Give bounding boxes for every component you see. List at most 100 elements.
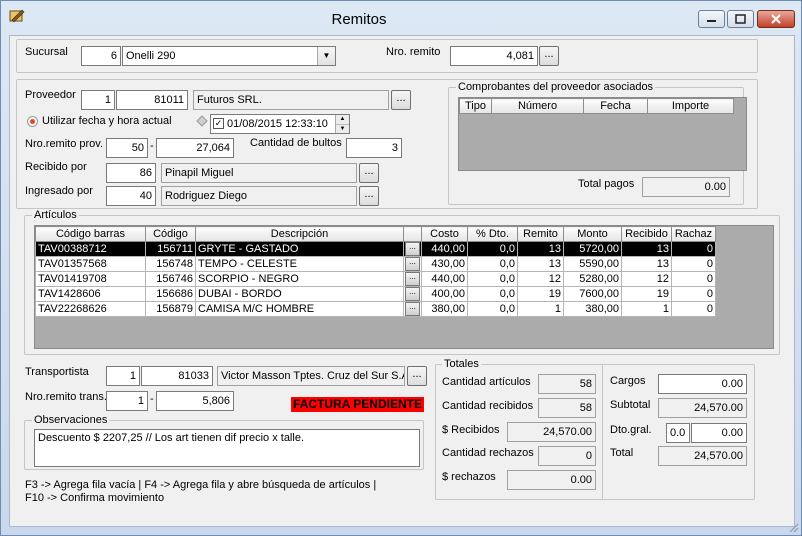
col-header-rachaz[interactable]: Rachaz [671,226,716,242]
cell-monto[interactable]: 5280,00 [563,271,622,287]
remito-prov-part2-field[interactable]: 27,064 [156,138,234,158]
cell-codigo-barras[interactable]: TAV01419708 [35,271,146,287]
proveedor-num-field[interactable]: 1 [81,90,115,110]
cell-monto[interactable]: 5720,00 [563,241,622,257]
cell-costo[interactable]: 400,00 [421,286,468,302]
ingresado-code-field[interactable]: 40 [106,186,156,206]
title-bar[interactable]: Remitos [1,1,801,35]
remito-prov-part1-field[interactable]: 50 [106,138,148,158]
cell-costo[interactable]: 440,00 [421,241,468,257]
fecha-datetime-picker[interactable]: ✓ 01/08/2015 12:33:10 ▲ ▼ [210,114,350,134]
cell-dto[interactable]: 0,0 [467,271,518,287]
cell-recibido[interactable]: 1 [621,301,672,317]
cell-codigo[interactable]: 156879 [145,301,196,317]
observaciones-textarea[interactable]: Descuento $ 2207,25 // Los art tienen di… [34,429,420,467]
cell-codigo[interactable]: 156711 [145,241,196,257]
col-header-fecha[interactable]: Fecha [583,98,648,114]
transportista-lookup-button[interactable]: ... [407,366,427,386]
cell-lookup[interactable]: ... [403,286,422,302]
close-button[interactable] [757,10,795,28]
cell-rachaz[interactable]: 0 [671,256,716,272]
cell-monto[interactable]: 5590,00 [563,256,622,272]
cell-rachaz[interactable]: 0 [671,286,716,302]
remito-trans-part2-field[interactable]: 5,806 [156,391,234,411]
cell-remito[interactable]: 1 [517,301,564,317]
resize-grip-icon[interactable] [787,521,799,533]
maximize-button[interactable] [727,10,754,28]
cell-lookup[interactable]: ... [403,256,422,272]
col-header-remito[interactable]: Remito [517,226,564,242]
remito-trans-part1-field[interactable]: 1 [106,391,148,411]
nro-remito-field[interactable]: 4,081 [450,46,538,66]
table-row[interactable]: TAV22268626 156879 CAMISA M/C HOMBRE... 380… [35,301,716,317]
row-lookup-button[interactable]: ... [405,302,420,316]
nro-remito-lookup-button[interactable]: ... [539,46,559,66]
col-header-importe[interactable]: Importe [647,98,734,114]
spin-up-icon[interactable]: ▲ [336,115,349,125]
table-row[interactable]: TAV1428606 156686 DUBAI - BORDO... 400,00 0,… [35,286,716,302]
col-header-codigo[interactable]: Código [145,226,196,242]
cell-dto[interactable]: 0,0 [467,241,518,257]
cell-rachaz[interactable]: 0 [671,301,716,317]
cell-codigo-barras[interactable]: TAV22268626 [35,301,146,317]
cell-dto[interactable]: 0,0 [467,286,518,302]
table-row[interactable]: TAV01357568 156748 TEMPO - CELESTE... 430,0… [35,256,716,272]
cell-remito[interactable]: 12 [517,271,564,287]
cell-descripcion[interactable]: TEMPO - CELESTE [195,256,404,272]
row-lookup-button[interactable]: ... [405,272,420,286]
cell-dto[interactable]: 0,0 [467,256,518,272]
cell-codigo[interactable]: 156686 [145,286,196,302]
cell-lookup[interactable]: ... [403,271,422,287]
col-header-numero[interactable]: Número [491,98,584,114]
cell-remito[interactable]: 13 [517,241,564,257]
col-header-descripcion[interactable]: Descripción [195,226,404,242]
articulos-grid[interactable]: Código barras Código Descripción Costo %… [34,225,774,349]
cell-descripcion[interactable]: SCORPIO - NEGRO [195,271,404,287]
cell-codigo[interactable]: 156746 [145,271,196,287]
fecha-enable-checkbox[interactable]: ✓ [213,118,224,129]
minimize-button[interactable] [698,10,725,28]
cargos-field[interactable]: 0.00 [658,374,747,394]
cell-descripcion[interactable]: DUBAI - BORDO [195,286,404,302]
cell-codigo[interactable]: 156748 [145,256,196,272]
cell-descripcion[interactable]: CAMISA M/C HOMBRE [195,301,404,317]
cell-monto[interactable]: 7600,00 [563,286,622,302]
proveedor-code-field[interactable]: 81011 [116,90,188,110]
cell-recibido[interactable]: 19 [621,286,672,302]
cell-recibido[interactable]: 13 [621,241,672,257]
cell-lookup[interactable]: ... [403,241,422,257]
cell-remito[interactable]: 13 [517,256,564,272]
spin-down-icon[interactable]: ▼ [336,125,349,133]
recibido-code-field[interactable]: 86 [106,163,156,183]
table-row[interactable]: TAV01419708 156746 SCORPIO - NEGRO... 440,0… [35,271,716,287]
sucursal-code-field[interactable]: 6 [81,46,121,66]
col-header-tipo[interactable]: Tipo [459,98,492,114]
proveedor-lookup-button[interactable]: ... [391,90,411,110]
cell-codigo-barras[interactable]: TAV1428606 [35,286,146,302]
cell-lookup[interactable]: ... [403,301,422,317]
transportista-num-field[interactable]: 1 [106,366,140,386]
cell-codigo-barras[interactable]: TAV00388712 [35,241,146,257]
cell-remito[interactable]: 19 [517,286,564,302]
row-lookup-button[interactable]: ... [405,257,420,271]
cell-recibido[interactable]: 13 [621,256,672,272]
row-lookup-button[interactable]: ... [405,287,420,301]
cell-descripcion[interactable]: GRYTE - GASTADO [195,241,404,257]
col-header-recibido[interactable]: Recibido [621,226,672,242]
cell-recibido[interactable]: 12 [621,271,672,287]
cell-costo[interactable]: 430,00 [421,256,468,272]
row-lookup-button[interactable]: ... [405,242,420,256]
cell-dto[interactable]: 0,0 [467,301,518,317]
cell-rachaz[interactable]: 0 [671,271,716,287]
cell-rachaz[interactable]: 0 [671,241,716,257]
chevron-down-icon[interactable]: ▼ [317,47,335,65]
cell-codigo-barras[interactable]: TAV01357568 [35,256,146,272]
col-header-costo[interactable]: Costo [421,226,468,242]
fecha-spinner[interactable]: ▲ ▼ [335,115,349,133]
col-header-dto[interactable]: % Dto. [467,226,518,242]
ingresado-lookup-button[interactable]: ... [359,186,379,206]
recibido-lookup-button[interactable]: ... [359,163,379,183]
col-header-codigo-barras[interactable]: Código barras [35,226,146,242]
comprobantes-grid[interactable]: Tipo Número Fecha Importe [458,97,747,171]
table-row[interactable]: TAV00388712 156711 GRYTE - GASTADO... 440,0… [35,241,716,257]
